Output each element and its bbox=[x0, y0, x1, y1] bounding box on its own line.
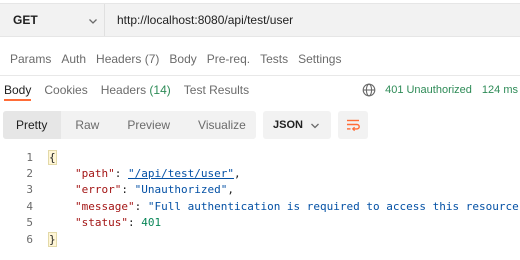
code-line: 3 "error": "Unauthorized", bbox=[0, 182, 520, 198]
view-mode-bar: Pretty Raw Preview Visualize bbox=[3, 111, 256, 139]
tab-settings[interactable]: Settings bbox=[298, 52, 341, 66]
json-string-value: "Full authentication is required to acce… bbox=[147, 199, 520, 213]
response-status: 401 Unauthorized 124 ms bbox=[362, 80, 518, 100]
response-tab-cookies[interactable]: Cookies bbox=[44, 83, 87, 97]
close-brace: } bbox=[48, 231, 57, 247]
json-key: "path" bbox=[75, 167, 115, 181]
format-select[interactable]: JSON bbox=[263, 111, 331, 139]
response-body[interactable]: 1 { 2 "path": "/api/test/user", 3 "error… bbox=[0, 149, 520, 247]
tab-body[interactable]: Body bbox=[169, 52, 196, 66]
json-number-value: 401 bbox=[141, 216, 162, 230]
line-number: 3 bbox=[26, 183, 33, 197]
chevron-down-icon bbox=[311, 123, 319, 129]
request-bar: GET http://localhost:8080/api/test/user bbox=[0, 3, 520, 37]
json-key: "message" bbox=[75, 199, 135, 213]
response-tabs: Body Cookies Headers (14) Test Results bbox=[0, 80, 249, 101]
view-pretty-button[interactable]: Pretty bbox=[3, 111, 62, 139]
json-separator: : bbox=[121, 183, 135, 197]
json-separator: : bbox=[114, 167, 128, 181]
chevron-down-icon bbox=[89, 19, 97, 24]
code-text: "message": "Full authentication is requi… bbox=[75, 200, 520, 213]
response-tab-test-results-label: Test Results bbox=[183, 83, 250, 97]
tab-tests[interactable]: Tests bbox=[260, 52, 288, 66]
response-tab-body[interactable]: Body bbox=[4, 83, 32, 101]
wrap-lines-button[interactable] bbox=[338, 111, 368, 139]
tab-headers[interactable]: Headers (7) bbox=[96, 52, 159, 66]
code-text: "path": "/api/test/user", bbox=[75, 167, 241, 180]
line-number: 5 bbox=[26, 216, 33, 230]
view-visualize-button[interactable]: Visualize bbox=[184, 111, 260, 139]
line-number: 6 bbox=[26, 232, 33, 246]
json-comma: , bbox=[227, 183, 234, 197]
response-tab-cookies-label: Cookies bbox=[44, 83, 88, 97]
response-tab-headers-label: Headers bbox=[100, 83, 147, 97]
method-label: GET bbox=[13, 13, 38, 27]
response-tab-body-label: Body bbox=[4, 83, 32, 97]
response-tab-test-results[interactable]: Test Results bbox=[184, 83, 249, 97]
response-headers-count: (14) bbox=[149, 83, 171, 97]
response-time[interactable]: 124 ms bbox=[482, 84, 518, 96]
tab-params[interactable]: Params bbox=[10, 52, 51, 66]
line-number: 2 bbox=[26, 167, 33, 181]
json-link-value[interactable]: "/api/test/user" bbox=[128, 167, 234, 180]
tab-pre-request[interactable]: Pre-req. bbox=[207, 52, 250, 66]
view-raw-button[interactable]: Raw bbox=[61, 111, 113, 139]
section-divider bbox=[0, 75, 520, 76]
status-code[interactable]: 401 Unauthorized bbox=[385, 84, 472, 96]
tab-auth[interactable]: Auth bbox=[61, 52, 86, 66]
line-number: 1 bbox=[26, 150, 33, 164]
url-input[interactable]: http://localhost:8080/api/test/user bbox=[105, 13, 293, 27]
response-tab-headers[interactable]: Headers (14) bbox=[101, 83, 171, 97]
line-number: 4 bbox=[26, 199, 33, 213]
wrap-lines-icon bbox=[347, 119, 360, 132]
code-line: 2 "path": "/api/test/user", bbox=[0, 165, 520, 181]
globe-icon[interactable] bbox=[362, 83, 376, 97]
json-separator: : bbox=[127, 216, 142, 230]
json-key: "error" bbox=[75, 183, 122, 197]
code-line: 1 { bbox=[0, 149, 520, 165]
method-select[interactable]: GET bbox=[0, 4, 105, 36]
code-line: 5 "status": 401 bbox=[0, 215, 520, 231]
json-key: "status" bbox=[75, 216, 128, 230]
code-text: "status": 401 bbox=[75, 216, 161, 229]
format-label: JSON bbox=[273, 119, 303, 131]
request-tabs: Params Auth Headers (7) Body Pre-req. Te… bbox=[0, 49, 341, 69]
open-brace: { bbox=[48, 149, 57, 165]
json-comma: , bbox=[233, 167, 241, 181]
json-string-value: "Unauthorized" bbox=[134, 183, 228, 197]
code-line: 4 "message": "Full authentication is req… bbox=[0, 198, 520, 214]
json-separator: : bbox=[134, 199, 148, 213]
code-text: "error": "Unauthorized", bbox=[75, 183, 234, 196]
code-line: 6 } bbox=[0, 231, 520, 247]
view-preview-button[interactable]: Preview bbox=[113, 111, 184, 139]
